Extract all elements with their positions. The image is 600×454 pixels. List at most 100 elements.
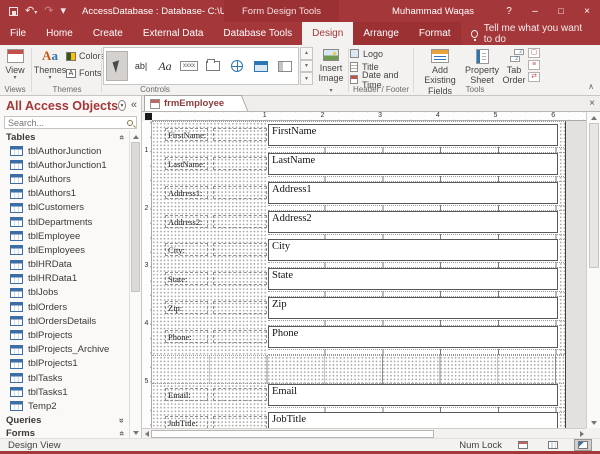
nav-item-table[interactable]: tblAuthorJunction — [0, 144, 128, 158]
field-textbox[interactable]: Address1 — [268, 182, 558, 204]
nav-item-table[interactable]: tblAuthorJunction1 — [0, 158, 128, 172]
save-icon[interactable] — [9, 7, 18, 16]
field-textbox[interactable]: City — [268, 239, 558, 261]
field-textbox[interactable]: Address2 — [268, 211, 558, 233]
nav-item-table[interactable]: tblTasks1 — [0, 385, 128, 399]
field-label[interactable]: JobTitle: — [165, 416, 208, 428]
ribbon-tab[interactable]: External Data — [133, 22, 214, 45]
field-label[interactable]: FirstName: — [165, 128, 208, 141]
field-label[interactable]: Zip: — [165, 301, 208, 314]
themes-button[interactable]: Aa Themes ▾ — [35, 46, 65, 82]
field-label[interactable]: Email: — [165, 388, 208, 401]
ribbon-tab[interactable]: Create — [83, 22, 133, 45]
close-document-icon[interactable]: × — [589, 99, 595, 109]
view-code-icon[interactable]: ≡ — [528, 60, 540, 70]
web-browser-control-icon[interactable] — [250, 51, 272, 81]
ribbon-tab[interactable]: File — [0, 22, 36, 45]
field-label[interactable]: Address1: — [165, 186, 208, 199]
field-textbox[interactable]: FirstName — [268, 124, 558, 146]
undo-icon[interactable]: ↶▾ — [25, 6, 37, 17]
nav-group-queries[interactable]: Queries » — [0, 414, 128, 427]
logo-button[interactable]: Logo — [350, 47, 412, 60]
tab-frmEmployee[interactable]: frmEmployee — [144, 95, 240, 111]
insert-image-button[interactable]: Insert Image ▾ — [316, 46, 346, 95]
scrollbar-thumb[interactable] — [131, 142, 140, 292]
nav-group-tables[interactable]: Tables » — [0, 131, 128, 144]
collapse-ribbon-icon[interactable]: ∧ — [588, 82, 594, 91]
horizontal-scrollbar[interactable] — [142, 428, 586, 438]
collapse-group-icon[interactable]: » — [117, 431, 126, 436]
select-pointer-icon[interactable] — [106, 51, 128, 81]
subform-new-window-icon[interactable]: ▢ — [528, 48, 540, 58]
ribbon-tab[interactable]: Design — [302, 22, 353, 45]
nav-item-table[interactable]: tblProjects_Archive — [0, 343, 128, 357]
ribbon-tab[interactable]: Arrange — [353, 22, 409, 45]
form-design-canvas[interactable]: FirstName: FirstName LastName: LastName — [152, 121, 566, 428]
nav-item-table[interactable]: tblTasks — [0, 371, 128, 385]
shutter-bar-close-icon[interactable]: « — [131, 100, 137, 111]
gallery-more-icon[interactable]: ▼ — [300, 72, 313, 85]
property-sheet-button[interactable]: Property Sheet — [465, 46, 499, 86]
search-icon[interactable] — [127, 120, 133, 126]
field-label[interactable]: LastName: — [165, 157, 208, 170]
layout-empty-cell[interactable] — [213, 416, 267, 428]
field-label[interactable]: Address2: — [165, 215, 208, 228]
nav-item-table[interactable]: tblDepartments — [0, 215, 128, 229]
nav-item-table[interactable]: tblProjects1 — [0, 357, 128, 371]
field-label[interactable]: State: — [165, 272, 208, 285]
nav-item-table[interactable]: tblEmployee — [0, 229, 128, 243]
hyperlink-control-icon[interactable] — [226, 51, 248, 81]
customize-qat-icon[interactable]: ▾ — [60, 6, 66, 17]
layout-empty-cell[interactable] — [213, 388, 267, 401]
layout-empty-cell[interactable] — [213, 272, 267, 285]
nav-item-table[interactable]: tblAuthors1 — [0, 187, 128, 201]
field-label[interactable]: Phone: — [165, 330, 208, 343]
collapse-group-icon[interactable]: » — [117, 135, 126, 140]
nav-item-table[interactable]: tblOrders — [0, 300, 128, 314]
layout-empty-cell[interactable] — [213, 215, 267, 228]
gallery-scroll-down-icon[interactable]: ▼ — [300, 60, 313, 73]
vertical-scrollbar[interactable] — [586, 112, 600, 428]
nav-item-table[interactable]: tblProjects — [0, 328, 128, 342]
maximize-button[interactable]: □ — [548, 0, 574, 22]
button-control-icon[interactable]: xxxx — [178, 51, 200, 81]
undo-dropdown-icon[interactable]: ▾ — [34, 10, 37, 16]
ribbon-tab[interactable]: Database Tools — [213, 22, 302, 45]
help-button[interactable]: ? — [496, 0, 522, 22]
scroll-down-icon[interactable] — [587, 417, 600, 428]
nav-item-table[interactable]: tblEmployees — [0, 243, 128, 257]
scrollbar-thumb[interactable] — [151, 430, 434, 438]
nav-item-table[interactable]: tblCustomers — [0, 201, 128, 215]
layout-empty-cell[interactable] — [213, 330, 267, 343]
label-control-icon[interactable]: Aa — [154, 51, 176, 81]
datasheet-view-button[interactable] — [544, 439, 562, 451]
view-button[interactable]: View ▾ — [0, 46, 30, 82]
field-textbox[interactable]: State — [268, 268, 558, 290]
nav-item-table[interactable]: tblJobs — [0, 286, 128, 300]
layout-empty-cell[interactable] — [213, 157, 267, 170]
horizontal-ruler[interactable]: 1234567 — [152, 112, 586, 121]
scroll-left-icon[interactable] — [142, 429, 151, 439]
close-button[interactable]: × — [574, 0, 600, 22]
account-name[interactable]: Muhammad Waqas — [392, 6, 474, 17]
field-textbox[interactable]: Email — [268, 384, 558, 406]
nav-item-table[interactable]: tblHRData1 — [0, 272, 128, 286]
ribbon-tab[interactable]: Home — [36, 22, 83, 45]
field-label[interactable]: City: — [165, 243, 208, 256]
scrollbar-thumb[interactable] — [589, 123, 599, 268]
field-textbox[interactable]: LastName — [268, 153, 558, 175]
nav-scrollbar[interactable] — [129, 131, 141, 438]
layout-empty-cell[interactable] — [213, 128, 267, 141]
scroll-up-icon[interactable] — [130, 131, 141, 142]
layout-empty-cell[interactable] — [213, 243, 267, 256]
tell-me-box[interactable]: Tell me what you want to do — [461, 22, 600, 45]
expand-group-icon[interactable]: » — [117, 418, 126, 423]
layout-empty-cell[interactable] — [213, 301, 267, 314]
tab-order-button[interactable]: 22 Tab Order — [501, 46, 527, 86]
navigation-control-icon[interactable] — [274, 51, 296, 81]
vertical-ruler[interactable]: 12345 — [142, 121, 152, 428]
nav-item-table[interactable]: tblHRData — [0, 258, 128, 272]
field-textbox[interactable]: JobTitle — [268, 412, 558, 428]
layout-empty-cell[interactable] — [213, 186, 267, 199]
minimize-button[interactable]: – — [522, 0, 548, 22]
